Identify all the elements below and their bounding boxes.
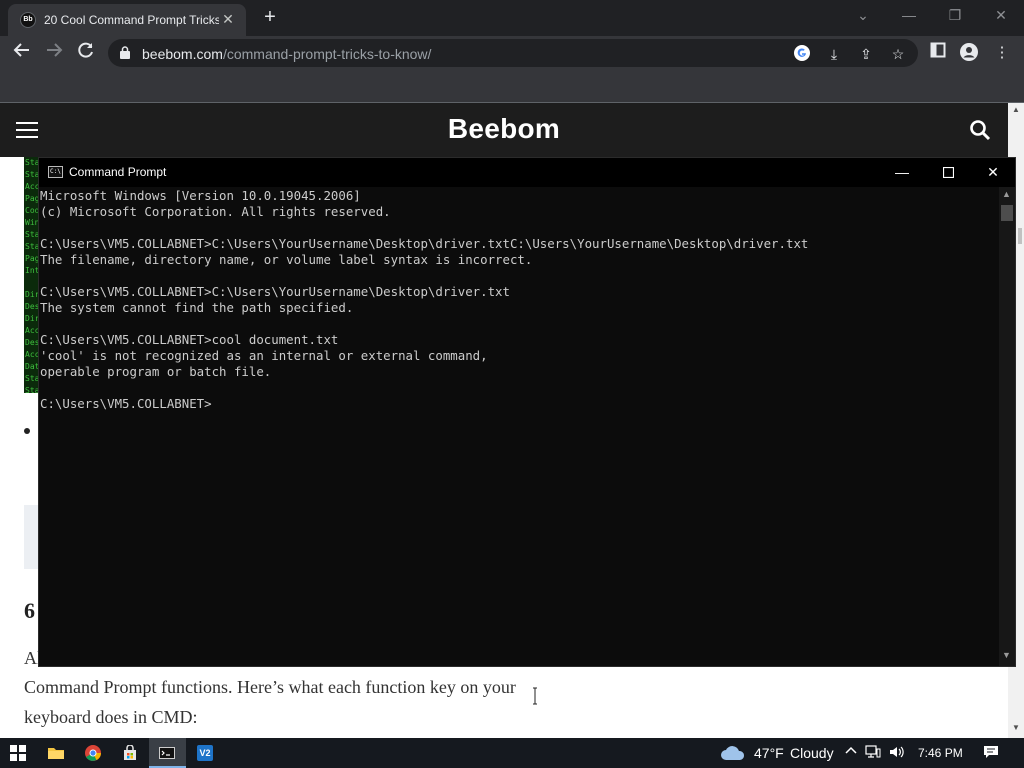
cmd-output-line: operable program or batch file. xyxy=(40,364,272,379)
text-cursor-icon xyxy=(533,687,537,705)
share-icon[interactable]: ⇪ xyxy=(856,44,876,64)
tab-close-icon[interactable]: ✕ xyxy=(220,11,236,27)
browser-tab-strip: Bb 20 Cool Command Prompt Tricks ✕ + ⌄ —… xyxy=(0,0,1024,36)
vm-app-icon: V2 xyxy=(197,745,213,761)
cmd-maximize-button[interactable] xyxy=(925,158,971,187)
lock-icon[interactable] xyxy=(120,46,130,59)
reload-icon[interactable] xyxy=(74,41,98,65)
cmd-scroll-down-icon[interactable]: ▼ xyxy=(1002,650,1011,660)
weather-description[interactable]: Cloudy xyxy=(790,745,834,761)
cmd-scroll-up-icon[interactable]: ▲ xyxy=(1002,189,1011,199)
cmd-title-bar[interactable]: C:\ Command Prompt — ✕ xyxy=(39,158,1015,187)
command-prompt-taskbar-button[interactable] xyxy=(149,738,186,768)
cmd-output-line: C:\Users\VM5.COLLABNET>cool document.txt xyxy=(40,332,339,347)
profile-icon[interactable] xyxy=(958,42,980,64)
paragraph-line: Command Prompt functions. Here’s what ea… xyxy=(24,677,516,697)
folder-icon xyxy=(48,748,64,759)
cmd-output-line: The filename, directory name, or volume … xyxy=(40,252,533,267)
store-bag-icon xyxy=(124,745,136,760)
cmd-window-title: Command Prompt xyxy=(69,165,167,179)
notifications-icon[interactable] xyxy=(982,745,1000,762)
bookmark-bar xyxy=(0,70,1024,103)
chrome-icon xyxy=(85,745,101,761)
chevron-up-icon[interactable] xyxy=(842,745,860,760)
tab-search-chevron-icon[interactable]: ⌄ xyxy=(848,4,878,26)
windows-taskbar: V2 47°F Cloudy 7:46 PM xyxy=(0,738,1024,768)
cmd-icon xyxy=(159,747,175,759)
chrome-taskbar-button[interactable] xyxy=(75,738,112,768)
cmd-output-line: (c) Microsoft Corporation. All rights re… xyxy=(40,204,391,219)
paragraph-line: keyboard does in CMD: xyxy=(24,707,198,727)
file-explorer-button[interactable] xyxy=(38,738,75,768)
vm-app-taskbar-button[interactable]: V2 xyxy=(187,738,224,768)
section-heading: 6 xyxy=(24,598,35,623)
browser-tab[interactable]: Bb 20 Cool Command Prompt Tricks ✕ xyxy=(8,4,246,36)
browser-close-button[interactable]: ✕ xyxy=(986,4,1016,26)
list-bullet xyxy=(24,428,30,434)
cmd-output-line: C:\Users\VM5.COLLABNET>C:\Users\YourUser… xyxy=(40,236,809,251)
star-icon[interactable]: ☆ xyxy=(888,44,908,64)
more-icon[interactable]: ⋮ xyxy=(991,42,1013,64)
start-button[interactable] xyxy=(0,738,37,768)
cmd-output-line: C:\Users\VM5.COLLABNET>C:\Users\YourUser… xyxy=(40,284,510,299)
cmd-minimize-button[interactable]: — xyxy=(879,158,925,187)
site-logo[interactable]: Beebom xyxy=(0,113,1008,145)
cmd-output-line: Microsoft Windows [Version 10.0.19045.20… xyxy=(40,188,361,203)
new-tab-button[interactable]: + xyxy=(258,6,282,30)
browser-minimize-button[interactable]: — xyxy=(894,4,924,26)
scroll-up-arrow-icon[interactable]: ▲ xyxy=(1012,105,1020,114)
install-icon[interactable]: ⤓ xyxy=(824,44,844,64)
url-text[interactable]: beebom.com/command-prompt-tricks-to-know… xyxy=(142,46,431,62)
clock-time[interactable]: 7:46 PM xyxy=(918,746,963,760)
tab-title: 20 Cool Command Prompt Tricks xyxy=(44,13,219,27)
forward-icon[interactable] xyxy=(42,41,66,65)
beebom-favicon-icon: Bb xyxy=(20,12,36,28)
cmd-console-output[interactable]: Microsoft Windows [Version 10.0.19045.20… xyxy=(39,187,999,666)
address-bar[interactable]: beebom.com/command-prompt-tricks-to-know… xyxy=(108,39,918,67)
weather-temperature[interactable]: 47°F xyxy=(754,745,784,761)
scroll-down-arrow-icon[interactable]: ▼ xyxy=(1012,723,1020,732)
site-search-icon[interactable] xyxy=(968,118,992,147)
volume-icon[interactable] xyxy=(888,745,906,762)
cloudy-weather-icon[interactable] xyxy=(720,744,746,762)
cmd-close-button[interactable]: ✕ xyxy=(970,158,1016,187)
cmd-output-line xyxy=(40,220,999,236)
cmd-output-line xyxy=(40,268,999,284)
command-prompt-window[interactable]: C:\ Command Prompt — ✕ Microsoft Windows… xyxy=(38,157,1016,667)
cmd-scrollbar[interactable]: ▲ ▼ xyxy=(999,187,1015,666)
cmd-scrollbar-thumb[interactable] xyxy=(1001,205,1013,221)
back-icon[interactable] xyxy=(10,41,34,65)
google-icon[interactable] xyxy=(792,44,812,64)
page-scrollbar-thumb[interactable] xyxy=(1018,228,1022,244)
cmd-app-icon[interactable]: C:\ xyxy=(48,166,63,178)
network-icon[interactable] xyxy=(864,745,882,762)
cmd-output-line xyxy=(40,380,999,396)
cmd-output-line xyxy=(40,316,999,332)
cmd-output-line: C:\Users\VM5.COLLABNET> xyxy=(40,396,212,411)
cmd-output-line: 'cool' is not recognized as an internal … xyxy=(40,348,488,363)
store-taskbar-button[interactable] xyxy=(112,738,149,768)
site-header: Beebom xyxy=(0,103,1008,157)
windows-logo-icon xyxy=(10,745,26,761)
browser-toolbar: beebom.com/command-prompt-tricks-to-know… xyxy=(0,36,1024,70)
sidebar-icon[interactable] xyxy=(927,42,949,64)
cmd-output-line: The system cannot find the path specifie… xyxy=(40,300,354,315)
browser-restore-button[interactable]: ❐ xyxy=(940,4,970,26)
